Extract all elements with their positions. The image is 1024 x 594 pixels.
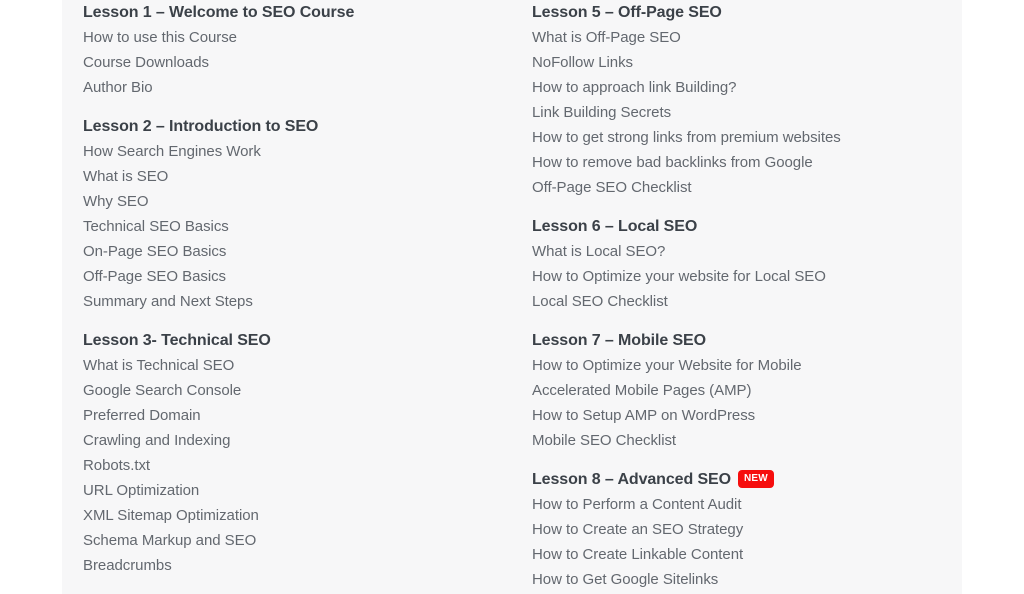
lesson-heading-label: Lesson 5 – Off-Page SEO [532, 4, 722, 21]
lesson-heading[interactable]: Lesson 5 – Off-Page SEO [532, 0, 939, 25]
lesson-topic-link[interactable]: How to approach link Building? [532, 75, 939, 100]
lesson-topic-link[interactable]: URL Optimization [83, 478, 490, 503]
lesson-topic-link[interactable]: How to Create an SEO Strategy [532, 517, 939, 542]
lesson-topic-link[interactable]: Off-Page SEO Checklist [532, 175, 939, 200]
lesson-topic-link[interactable]: Schema Markup and SEO [83, 528, 490, 553]
lesson-topic-link[interactable]: How to Get Google Sitelinks [532, 567, 939, 592]
lesson-topic-link[interactable]: What is Local SEO? [532, 239, 939, 264]
lesson-topic-link[interactable]: What is Technical SEO [83, 353, 490, 378]
lesson-topic-list: What is Off-Page SEO NoFollow Links How to… [532, 25, 939, 200]
lesson-topic-list: How to Optimize your Website for Mobile A… [532, 353, 939, 453]
lesson-topic-link[interactable]: Local SEO Checklist [532, 289, 939, 314]
lesson-heading-label: Lesson 7 – Mobile SEO [532, 332, 706, 349]
lesson-topic-link[interactable]: Course Downloads [83, 50, 490, 75]
new-badge: NEW [737, 469, 774, 488]
lesson-topic-link[interactable]: How to Optimize your Website for Mobile [532, 353, 939, 378]
lesson-topic-list: What is Local SEO? How to Optimize your w… [532, 239, 939, 314]
lesson-topic-link[interactable]: How to Perform a Content Audit [532, 492, 939, 517]
lesson-heading[interactable]: Lesson 1 – Welcome to SEO Course [83, 0, 490, 25]
lesson-topic-link[interactable]: How to Create Linkable Content [532, 542, 939, 567]
lesson-topic-link[interactable]: How to use this Course [83, 25, 490, 50]
lesson-block: Lesson 8 – Advanced SEO NEW How to Perform… [532, 467, 939, 592]
lesson-block: Lesson 6 – Local SEO What is Local SEO? Ho… [532, 214, 939, 314]
lesson-topic-link[interactable]: How to get strong links from premium web… [532, 125, 939, 150]
lesson-topic-link[interactable]: Robots.txt [83, 453, 490, 478]
lesson-heading-label: Lesson 8 – Advanced SEO [532, 471, 731, 488]
lesson-block: Lesson 3- Technical SEO What is Technical… [83, 328, 490, 578]
lesson-topic-link[interactable]: Technical SEO Basics [83, 214, 490, 239]
lesson-topic-link[interactable]: How to remove bad backlinks from Google [532, 150, 939, 175]
lesson-topic-link[interactable]: Breadcrumbs [83, 553, 490, 578]
lesson-topic-link[interactable]: Link Building Secrets [532, 100, 939, 125]
lesson-heading[interactable]: Lesson 7 – Mobile SEO [532, 328, 939, 353]
lesson-topic-link[interactable]: Preferred Domain [83, 403, 490, 428]
lesson-heading[interactable]: Lesson 3- Technical SEO [83, 328, 490, 353]
lesson-block: Lesson 1 – Welcome to SEO Course How to u… [83, 0, 490, 100]
lesson-topic-link[interactable]: Summary and Next Steps [83, 289, 490, 314]
lesson-heading-label: Lesson 2 – Introduction to SEO [83, 118, 319, 135]
lesson-topic-link[interactable]: Off-Page SEO Basics [83, 264, 490, 289]
lesson-topic-link[interactable]: What is Off-Page SEO [532, 25, 939, 50]
lesson-topic-link[interactable]: Why SEO [83, 189, 490, 214]
lesson-topic-list: How Search Engines Work What is SEO Why SE… [83, 139, 490, 314]
lesson-heading[interactable]: Lesson 6 – Local SEO [532, 214, 939, 239]
lesson-topic-list: How to Perform a Content Audit How to Cre… [532, 492, 939, 592]
lesson-block: Lesson 2 – Introduction to SEO How Search… [83, 114, 490, 314]
lesson-topic-link[interactable]: How Search Engines Work [83, 139, 490, 164]
lesson-block: Lesson 5 – Off-Page SEO What is Off-Page … [532, 0, 939, 200]
lesson-topic-link[interactable]: NoFollow Links [532, 50, 939, 75]
lesson-topic-link[interactable]: What is SEO [83, 164, 490, 189]
curriculum-columns: Lesson 1 – Welcome to SEO Course How to u… [62, 0, 962, 594]
lesson-topic-link[interactable]: Google Search Console [83, 378, 490, 403]
lesson-topic-link[interactable]: Author Bio [83, 75, 490, 100]
curriculum-column-left: Lesson 1 – Welcome to SEO Course How to u… [62, 0, 490, 578]
curriculum-column-right: Lesson 5 – Off-Page SEO What is Off-Page … [511, 0, 939, 592]
lesson-topic-link[interactable]: XML Sitemap Optimization [83, 503, 490, 528]
lesson-topic-link[interactable]: How to Setup AMP on WordPress [532, 403, 939, 428]
lesson-topic-link[interactable]: On-Page SEO Basics [83, 239, 490, 264]
lesson-heading-label: Lesson 6 – Local SEO [532, 218, 698, 235]
lesson-heading[interactable]: Lesson 8 – Advanced SEO NEW [532, 467, 939, 492]
lesson-topic-link[interactable]: Accelerated Mobile Pages (AMP) [532, 378, 939, 403]
lesson-topic-link[interactable]: How to Optimize your website for Local S… [532, 264, 939, 289]
lesson-topic-link[interactable]: Mobile SEO Checklist [532, 428, 939, 453]
lesson-heading-label: Lesson 3- Technical SEO [83, 332, 271, 349]
lesson-topic-link[interactable]: Crawling and Indexing [83, 428, 490, 453]
lesson-block: Lesson 7 – Mobile SEO How to Optimize you… [532, 328, 939, 453]
lesson-topic-list: What is Technical SEO Google Search Conso… [83, 353, 490, 578]
curriculum-panel: Lesson 1 – Welcome to SEO Course How to u… [62, 0, 962, 594]
lesson-heading[interactable]: Lesson 2 – Introduction to SEO [83, 114, 490, 139]
lesson-heading-label: Lesson 1 – Welcome to SEO Course [83, 4, 355, 21]
lesson-topic-list: How to use this Course Course Downloads Au… [83, 25, 490, 100]
